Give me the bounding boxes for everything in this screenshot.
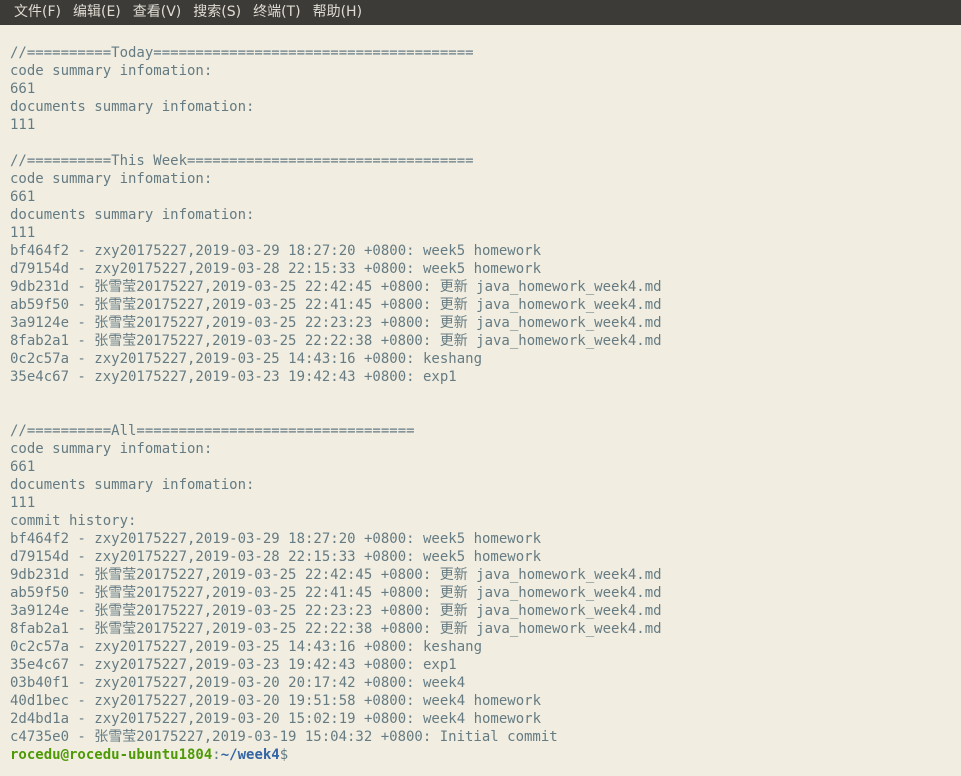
terminal-output: //==========Today=======================… xyxy=(10,44,961,764)
shell-prompt[interactable]: rocedu@rocedu-ubuntu1804:~/week4$ xyxy=(10,746,961,764)
terminal-line: bf464f2 - zxy20175227,2019-03-29 18:27:2… xyxy=(10,531,542,547)
prompt-separator: : xyxy=(212,747,221,763)
terminal-line: 8fab2a1 - 张雪莹20175227,2019-03-25 22:22:3… xyxy=(10,621,662,637)
terminal-line: 3a9124e - 张雪莹20175227,2019-03-25 22:23:2… xyxy=(10,315,662,331)
terminal-line: 9db231d - 张雪莹20175227,2019-03-25 22:42:4… xyxy=(10,567,662,583)
terminal-line: 0c2c57a - zxy20175227,2019-03-25 14:43:1… xyxy=(10,639,483,655)
terminal-line: 40d1bec - zxy20175227,2019-03-20 19:51:5… xyxy=(10,693,542,709)
terminal-line: 35e4c67 - zxy20175227,2019-03-23 19:42:4… xyxy=(10,369,457,385)
terminal-line: 661 xyxy=(10,189,36,205)
terminal-line: c4735e0 - 张雪莹20175227,2019-03-19 15:04:3… xyxy=(10,729,558,745)
terminal-line: 35e4c67 - zxy20175227,2019-03-23 19:42:4… xyxy=(10,657,457,673)
terminal-line: d79154d - zxy20175227,2019-03-28 22:15:3… xyxy=(10,549,542,565)
terminal-line: 111 xyxy=(10,117,36,133)
terminal-line: 0c2c57a - zxy20175227,2019-03-25 14:43:1… xyxy=(10,351,483,367)
menu-view[interactable]: 查看(V) xyxy=(127,0,188,25)
terminal-line: d79154d - zxy20175227,2019-03-28 22:15:3… xyxy=(10,261,542,277)
terminal-line: bf464f2 - zxy20175227,2019-03-29 18:27:2… xyxy=(10,243,542,259)
terminal-line: 111 xyxy=(10,225,36,241)
prompt-path: ~/week4 xyxy=(220,747,280,763)
terminal-line: //==========This Week===================… xyxy=(10,153,474,169)
prompt-symbol: $ xyxy=(279,747,289,763)
terminal-line: commit history: xyxy=(10,513,137,529)
menu-search[interactable]: 搜索(S) xyxy=(187,0,247,25)
menu-bar: 文件(F) 编辑(E) 查看(V) 搜索(S) 终端(T) 帮助(H) xyxy=(0,0,961,25)
terminal-line: 9db231d - 张雪莹20175227,2019-03-25 22:42:4… xyxy=(10,279,662,295)
menu-terminal[interactable]: 终端(T) xyxy=(247,0,306,25)
terminal-line: 8fab2a1 - 张雪莹20175227,2019-03-25 22:22:3… xyxy=(10,333,662,349)
menu-help[interactable]: 帮助(H) xyxy=(307,0,368,25)
terminal-area[interactable]: //==========Today=======================… xyxy=(0,25,961,776)
terminal-line: code summary infomation: xyxy=(10,441,213,457)
menu-file[interactable]: 文件(F) xyxy=(0,0,67,25)
terminal-line: 2d4bd1a - zxy20175227,2019-03-20 15:02:1… xyxy=(10,711,542,727)
terminal-line: documents summary infomation: xyxy=(10,207,255,223)
terminal-line: 661 xyxy=(10,81,36,97)
terminal-line: 3a9124e - 张雪莹20175227,2019-03-25 22:23:2… xyxy=(10,603,662,619)
terminal-line: 03b40f1 - zxy20175227,2019-03-20 20:17:4… xyxy=(10,675,466,691)
terminal-line: documents summary infomation: xyxy=(10,477,255,493)
terminal-line: //==========Today=======================… xyxy=(10,45,474,61)
terminal-line: 111 xyxy=(10,495,36,511)
prompt-user-host: rocedu@rocedu-ubuntu1804 xyxy=(10,747,213,763)
text-cursor xyxy=(288,746,296,762)
terminal-line: ab59f50 - 张雪莹20175227,2019-03-25 22:41:4… xyxy=(10,297,662,313)
terminal-line: //==========All=========================… xyxy=(10,423,415,439)
terminal-line: 661 xyxy=(10,459,36,475)
menu-edit[interactable]: 编辑(E) xyxy=(67,0,127,25)
terminal-line: ab59f50 - 张雪莹20175227,2019-03-25 22:41:4… xyxy=(10,585,662,601)
terminal-line: documents summary infomation: xyxy=(10,99,255,115)
terminal-line: code summary infomation: xyxy=(10,63,213,79)
terminal-line: code summary infomation: xyxy=(10,171,213,187)
